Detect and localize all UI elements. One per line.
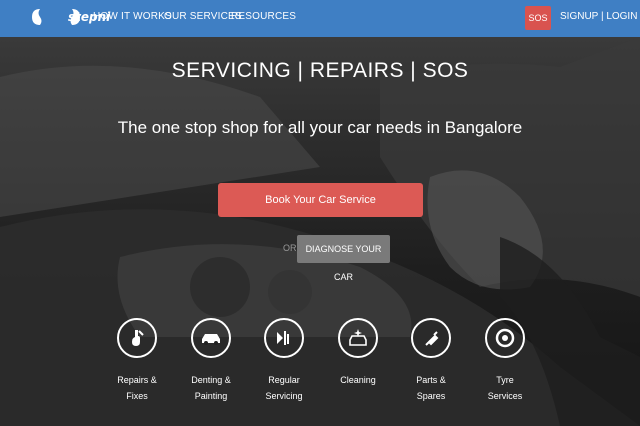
hero-subline: The one stop shop for all your car needs… <box>117 118 523 137</box>
service-parts-spares[interactable]: Parts & Spares <box>391 318 471 404</box>
car-icon <box>191 318 231 358</box>
hero-section: SERVICING | REPAIRS | SOS The one stop s… <box>0 37 640 426</box>
service-label-line2: Fixes <box>126 391 148 401</box>
wrench-hand-icon <box>117 318 157 358</box>
service-label-line1: Tyre <box>496 375 514 385</box>
nav-how-it-works[interactable]: HOW IT WORKS <box>93 11 172 22</box>
book-car-service-button[interactable]: Book Your Car Service <box>218 183 423 217</box>
service-repairs-fixes[interactable]: Repairs & Fixes <box>97 318 177 404</box>
service-regular-servicing[interactable]: Regular Servicing <box>244 318 324 404</box>
service-label-line1: Regular <box>268 375 300 385</box>
nav-resources[interactable]: RESOURCES <box>231 11 296 22</box>
service-label-line1: Parts & <box>416 375 446 385</box>
or-separator: OR <box>283 243 297 253</box>
service-label-line2: Services <box>487 391 523 401</box>
hero-headline: SERVICING | REPAIRS | SOS <box>171 59 469 82</box>
service-denting-painting[interactable]: Denting & Painting <box>171 318 251 404</box>
service-label-line2: Painting <box>194 391 228 401</box>
service-cleaning[interactable]: Cleaning <box>318 318 398 388</box>
sos-button[interactable]: SOS <box>525 6 551 30</box>
diagnose-car-button[interactable]: DIAGNOSE YOUR CAR <box>297 235 390 282</box>
service-label-line2: Spares <box>416 391 446 401</box>
signup-login-link[interactable]: SIGNUP | LOGIN <box>560 11 637 22</box>
service-label-line2: Servicing <box>265 391 303 401</box>
top-navbar: stepni HOW IT WORKS OUR SERVICES RESOURC… <box>0 0 640 37</box>
service-tools-icon <box>264 318 304 358</box>
stepni-logo[interactable]: stepni <box>30 6 110 28</box>
tyre-icon <box>485 318 525 358</box>
service-tyre-services[interactable]: Tyre Services <box>465 318 545 404</box>
spark-plug-icon <box>411 318 451 358</box>
service-label-line1: Denting & <box>191 375 231 385</box>
sparkle-car-icon <box>338 318 378 358</box>
service-label-line1: Repairs & <box>117 375 157 385</box>
service-label-line1: Cleaning <box>340 375 376 385</box>
